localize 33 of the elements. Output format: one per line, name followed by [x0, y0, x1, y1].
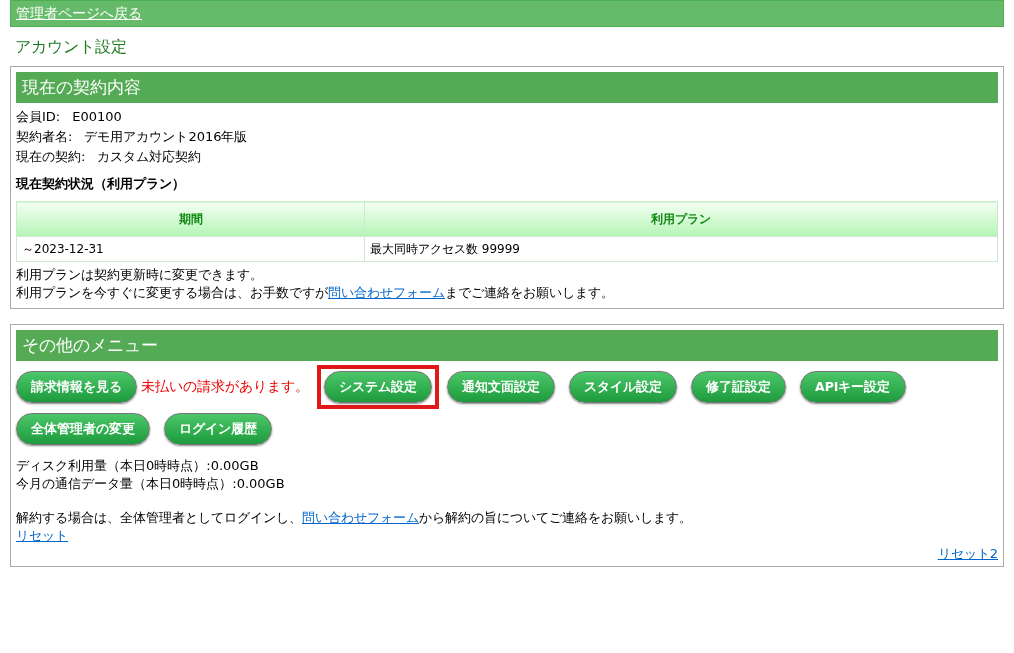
menu-button[interactable]: ログイン履歴	[164, 413, 272, 445]
note-text: 利用プランは契約更新時に変更できます。	[16, 266, 264, 284]
cancel-note: 解約する場合は、全体管理者としてログインし、問い合わせフォームから解約の旨についてご連絡をお願いします。	[16, 509, 693, 527]
field-label: 現在の契約:	[16, 149, 86, 164]
status-heading: 現在契約状況（利用プラン）	[16, 175, 186, 193]
field-value: E00100	[72, 109, 122, 124]
disk-usage-text: ディスク利用量（本日0時時点）:0.00GB	[16, 457, 260, 475]
reset-link[interactable]: リセット	[16, 528, 68, 543]
menu-button[interactable]: 修了証設定	[691, 371, 786, 403]
traffic-text: 今月の通信データ量（本日0時時点）:0.00GB	[16, 475, 286, 493]
section-heading: 現在の契約内容	[16, 72, 998, 103]
menu-button[interactable]: スタイル設定	[569, 371, 677, 403]
menu-button[interactable]: システム設定	[324, 371, 432, 403]
unpaid-notice: 未払いの請求があります。	[141, 378, 309, 396]
back-link[interactable]: 管理者ページへ戻る	[16, 4, 142, 23]
field-value: カスタム対応契約	[97, 149, 202, 164]
reset-link[interactable]: リセット2	[937, 546, 998, 561]
column-header: 利用プラン	[364, 201, 998, 237]
menu-button[interactable]: 全体管理者の変更	[16, 413, 150, 445]
table-cell: 最大同時アクセス数 99999	[364, 236, 998, 262]
note-text: 利用プランを今すぐに変更する場合は、お手数ですが問い合わせフォーム までご連絡をお願いします。	[16, 284, 615, 302]
field-label: 契約者名:	[16, 129, 73, 144]
field-label: 会員ID:	[16, 109, 61, 124]
field-value: デモ用アカウント2016年版	[84, 129, 248, 144]
table-cell: ～2023-12-31	[16, 236, 365, 262]
section-heading: その他のメニュー	[16, 330, 998, 361]
billing-button[interactable]: 請求情報を見る	[16, 371, 137, 403]
menu-button[interactable]: 通知文面設定	[447, 371, 555, 403]
menu-button[interactable]: APIキー設定	[800, 371, 906, 403]
column-header: 期間	[16, 201, 365, 237]
contact-form-link[interactable]: 問い合わせフォーム	[328, 285, 445, 300]
contact-form-link[interactable]: 問い合わせフォーム	[302, 510, 419, 525]
page-title: アカウント設定	[15, 37, 128, 58]
